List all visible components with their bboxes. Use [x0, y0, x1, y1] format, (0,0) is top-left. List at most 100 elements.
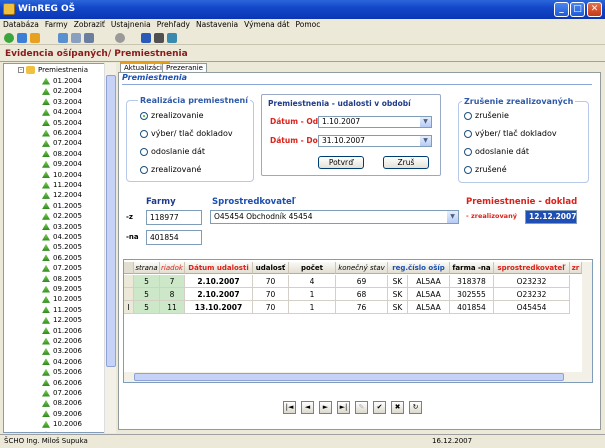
- save-icon[interactable]: [141, 33, 151, 43]
- tree-item[interactable]: 08.2006: [42, 398, 82, 409]
- grid-cell[interactable]: 5: [134, 301, 160, 314]
- row-indicator[interactable]: [124, 288, 134, 301]
- grid-cell[interactable]: 69: [336, 275, 388, 288]
- tree-scrollbar[interactable]: [104, 63, 116, 433]
- col-sprostredkovatel[interactable]: sprostredkovateľ: [494, 262, 570, 274]
- menu-databaza[interactable]: Databáza: [0, 19, 42, 30]
- menu-farmy[interactable]: Farmy: [42, 19, 71, 30]
- tree-item[interactable]: 05.2006: [42, 367, 82, 378]
- grid-cell[interactable]: AL5AA: [408, 288, 450, 301]
- doklad-date-input[interactable]: 12.12.2007: [525, 210, 577, 224]
- menu-pomoc[interactable]: Pomoc: [292, 19, 323, 30]
- radio-zrus-odoslanie[interactable]: odoslanie dát: [464, 147, 529, 156]
- grid-cell[interactable]: 5: [134, 288, 160, 301]
- tree-root[interactable]: - Premiestnenia: [18, 65, 88, 76]
- tree-scrollbar-thumb[interactable]: [106, 75, 116, 367]
- radio-zrealizovane[interactable]: zrealizované: [140, 165, 201, 174]
- tree-item[interactable]: 07.2005: [42, 263, 82, 274]
- refresh-icon[interactable]: [17, 33, 27, 43]
- grid-cell[interactable]: 7: [160, 275, 185, 288]
- grid-cell[interactable]: 2.10.2007: [185, 275, 253, 288]
- zrus-button[interactable]: Zruš: [383, 156, 429, 169]
- minimize-button[interactable]: _: [554, 2, 569, 17]
- grid-cell[interactable]: O23232: [494, 288, 570, 301]
- grid-cell[interactable]: 318378: [450, 275, 494, 288]
- tree-item[interactable]: 09.2004: [42, 159, 82, 170]
- col-reg-cislo[interactable]: reg.číslo ošíp: [388, 262, 450, 274]
- export-icon[interactable]: [167, 33, 177, 43]
- radio-zrus-vyber-tlac[interactable]: výber/ tlač dokladov: [464, 129, 557, 138]
- grid-cell[interactable]: 401854: [450, 301, 494, 314]
- col-datum-udalosti[interactable]: Dátum udalosti: [185, 262, 253, 274]
- tree-item[interactable]: 07.2006: [42, 388, 82, 399]
- first-record-button[interactable]: |◄: [283, 401, 296, 414]
- grid-cell[interactable]: 11: [160, 301, 185, 314]
- link-icon[interactable]: [115, 33, 125, 43]
- radio-odoslanie[interactable]: odoslanie dát: [140, 147, 205, 156]
- farma-z-input[interactable]: 118977: [146, 210, 202, 225]
- maximize-button[interactable]: □: [570, 2, 585, 17]
- close-button[interactable]: ✕: [587, 2, 602, 17]
- tree-item[interactable]: 03.2005: [42, 222, 82, 233]
- col-udalost[interactable]: udalosť: [253, 262, 289, 274]
- cancel-record-button[interactable]: ✖: [391, 401, 404, 414]
- tree-item[interactable]: 07.2004: [42, 138, 82, 149]
- tree-item[interactable]: 02.2004: [42, 86, 82, 97]
- datum-od-input[interactable]: 1.10.2007 ▼: [318, 116, 432, 128]
- tree-item[interactable]: 01.2006: [42, 326, 82, 337]
- mail-icon[interactable]: [154, 33, 164, 43]
- refresh-record-button[interactable]: ↻: [409, 401, 422, 414]
- next-record-button[interactable]: ►: [319, 401, 332, 414]
- grid-vertical-scrollbar[interactable]: [582, 262, 592, 372]
- tree-item[interactable]: 09.2005: [42, 284, 82, 295]
- tree-item[interactable]: 09.2006: [42, 409, 82, 420]
- grid-cell[interactable]: 68: [336, 288, 388, 301]
- grid-cell[interactable]: 1: [289, 301, 336, 314]
- tree-item[interactable]: 06.2006: [42, 378, 82, 389]
- tree-item[interactable]: 08.2005: [42, 274, 82, 285]
- tree-item[interactable]: 04.2006: [42, 357, 82, 368]
- grid-cell[interactable]: AL5AA: [408, 275, 450, 288]
- tree-item[interactable]: 08.2004: [42, 149, 82, 160]
- document-icon[interactable]: [71, 33, 81, 43]
- grid-cell[interactable]: 13.10.2007: [185, 301, 253, 314]
- grid-horizontal-scrollbar[interactable]: [124, 372, 592, 382]
- radio-vyber-tlac[interactable]: výber/ tlač dokladov: [140, 129, 233, 138]
- tree-item[interactable]: 02.2005: [42, 211, 82, 222]
- chevron-down-icon[interactable]: ▼: [420, 136, 431, 146]
- tree-item[interactable]: 05.2004: [42, 118, 82, 129]
- settings-icon[interactable]: [30, 33, 40, 43]
- tree-item[interactable]: 12.2005: [42, 315, 82, 326]
- tree-item[interactable]: 11.2005: [42, 305, 82, 316]
- grid-cell[interactable]: AL5AA: [408, 301, 450, 314]
- potvrd-button[interactable]: Potvrď: [318, 156, 364, 169]
- radio-zrealizovanie[interactable]: zrealizovanie: [140, 111, 204, 120]
- prev-record-button[interactable]: ◄: [301, 401, 314, 414]
- menu-prehlady[interactable]: Prehľady: [154, 19, 193, 30]
- tree-item[interactable]: 10.2006: [42, 419, 82, 430]
- tree-item[interactable]: 02.2006: [42, 336, 82, 347]
- grid-cell[interactable]: 4: [289, 275, 336, 288]
- grid-cell[interactable]: 2.10.2007: [185, 288, 253, 301]
- datum-do-input[interactable]: 31.10.2007 ▼: [318, 135, 432, 147]
- grid-cell[interactable]: SK: [388, 301, 408, 314]
- tree-item[interactable]: 11.2006: [42, 430, 82, 432]
- grid-cell[interactable]: 70: [253, 288, 289, 301]
- tree-item[interactable]: 10.2005: [42, 294, 82, 305]
- tree-item[interactable]: 05.2005: [42, 242, 82, 253]
- tree-item[interactable]: 03.2006: [42, 346, 82, 357]
- grid-cell[interactable]: O23232: [494, 275, 570, 288]
- col-zr[interactable]: zr: [570, 262, 582, 274]
- radio-zrusene[interactable]: zrušené: [464, 165, 507, 174]
- radio-zrusenie[interactable]: zrušenie: [464, 111, 509, 120]
- grid-cell[interactable]: 302555: [450, 288, 494, 301]
- menu-vymena-dat[interactable]: Výmena dát: [241, 19, 292, 30]
- run-icon[interactable]: [4, 33, 14, 43]
- tree-item[interactable]: 06.2004: [42, 128, 82, 139]
- tree-item[interactable]: 01.2004: [42, 76, 82, 87]
- farma-na-input[interactable]: 401854: [146, 230, 202, 245]
- chevron-down-icon[interactable]: ▼: [420, 117, 431, 127]
- chevron-down-icon[interactable]: ▼: [447, 211, 458, 223]
- grid-cell[interactable]: 76: [336, 301, 388, 314]
- tree-item[interactable]: 12.2004: [42, 190, 82, 201]
